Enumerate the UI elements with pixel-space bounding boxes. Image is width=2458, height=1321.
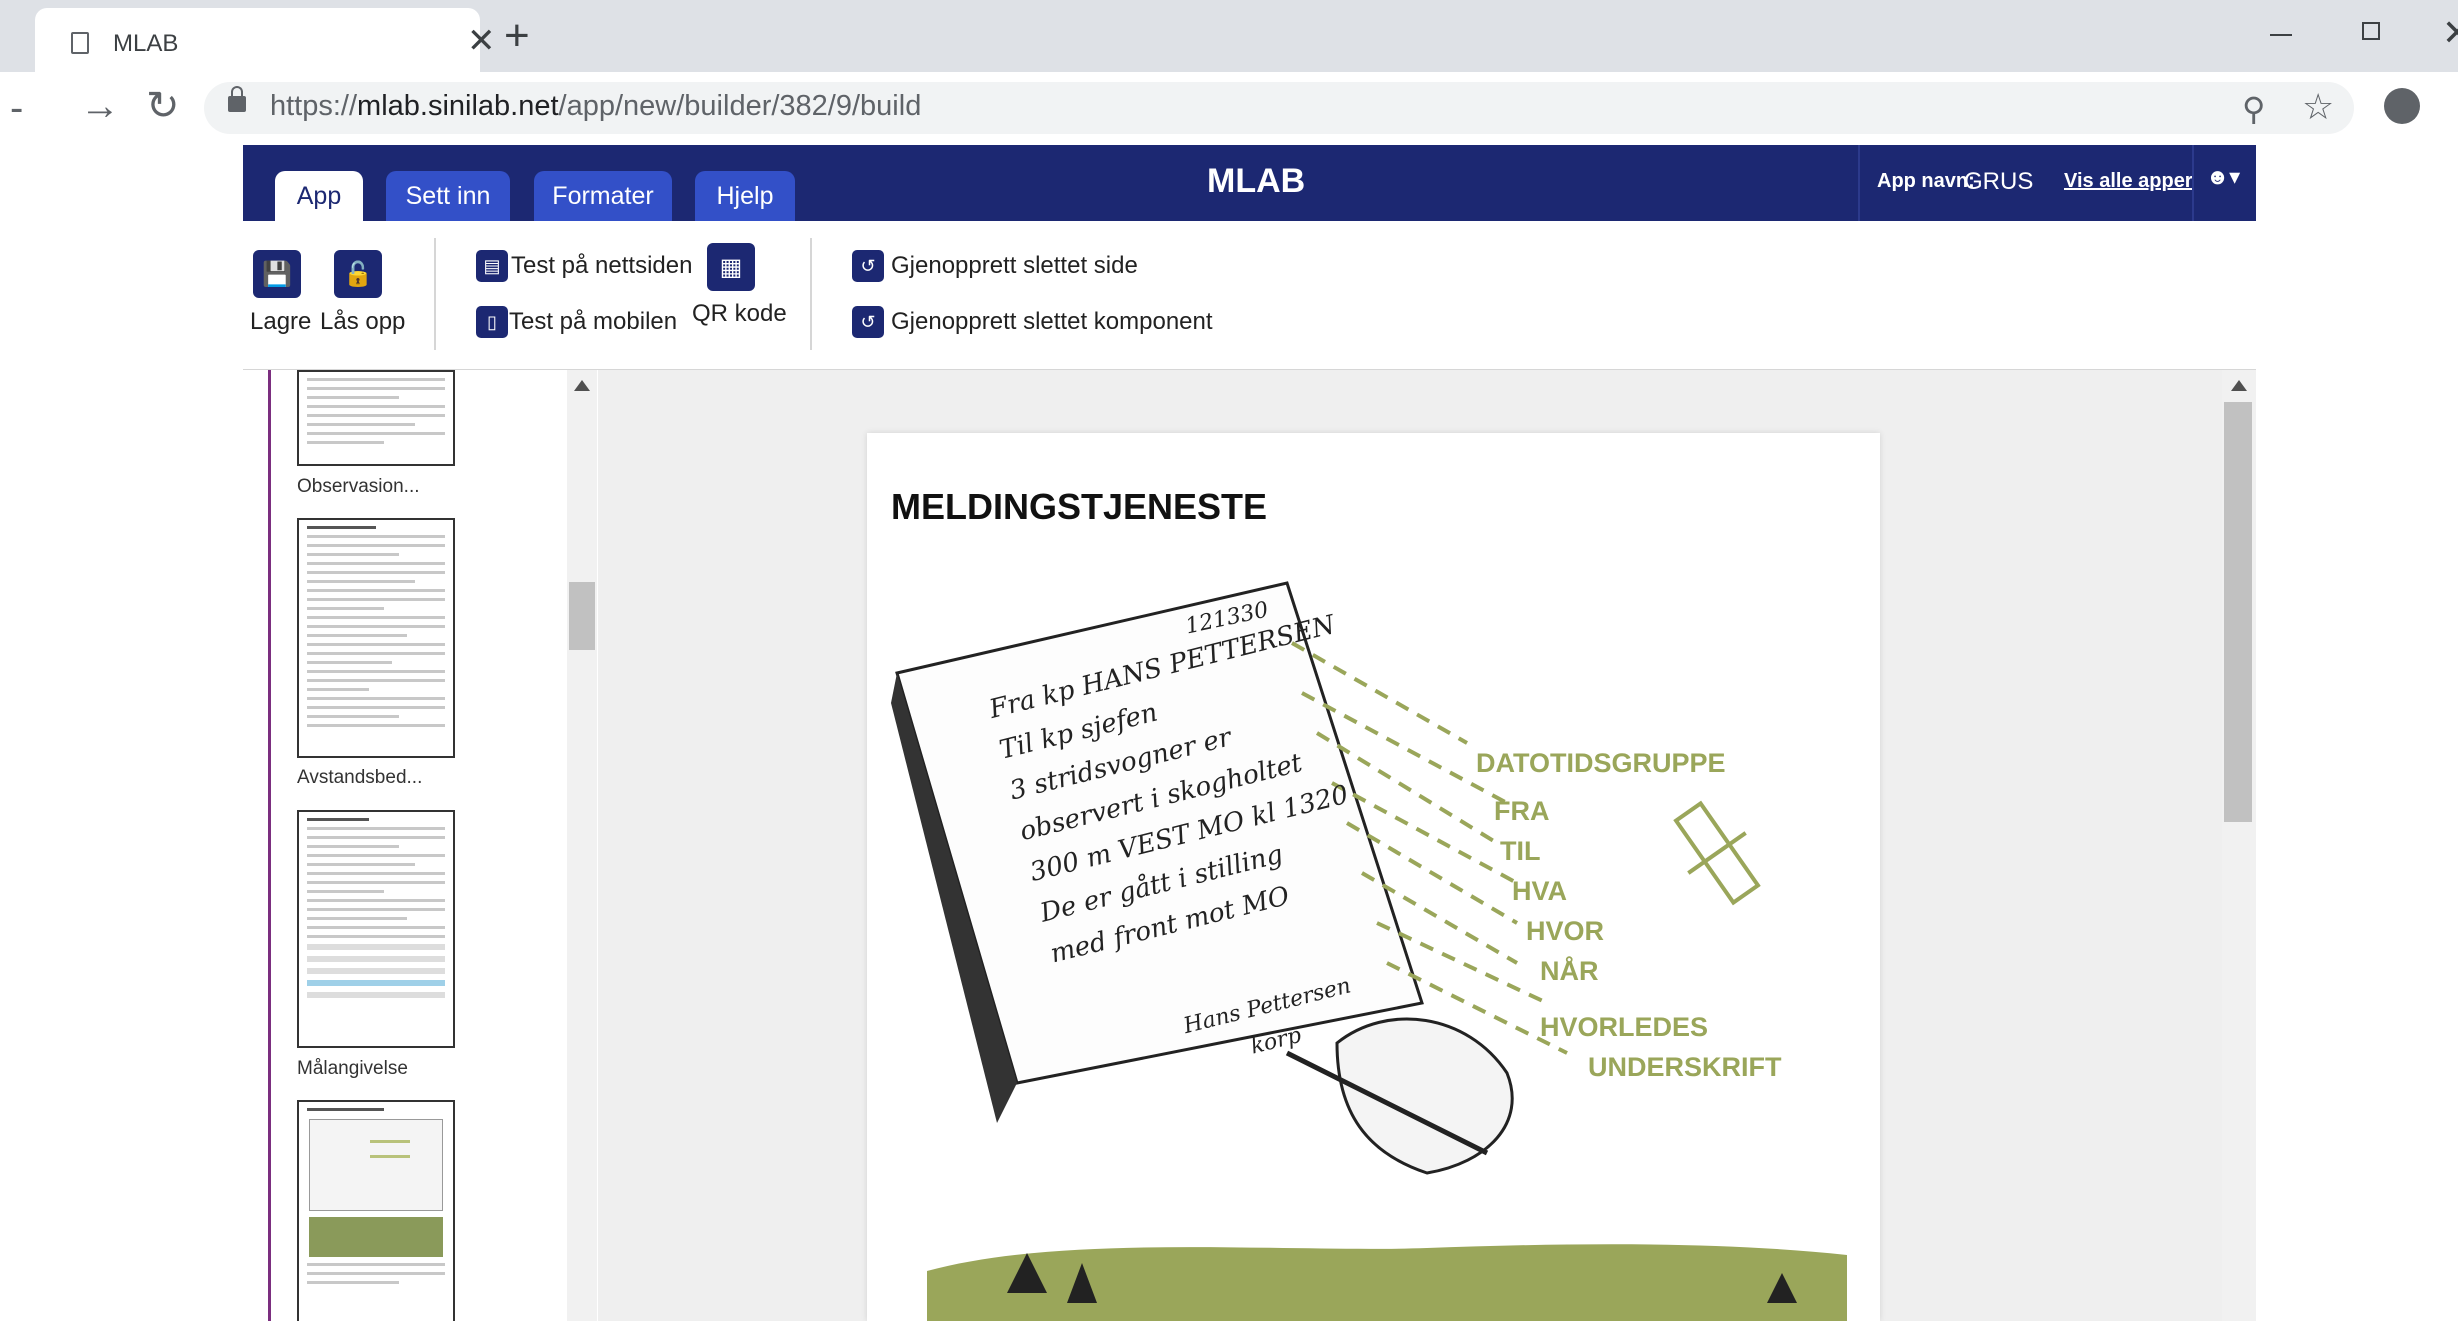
save-icon[interactable]: 💾 [253,250,301,298]
profile-avatar-icon[interactable] [2384,88,2420,124]
qr-code-icon[interactable]: ▦ [707,243,755,291]
header-divider [1858,145,1860,221]
reload-icon[interactable]: ↻ [146,86,180,126]
show-all-apps-link[interactable]: Vis alle apper [2064,170,2193,193]
ribbon-toolbar [243,221,2256,371]
qr-code-button[interactable]: QR kode [692,300,787,328]
pages-scrollbar[interactable] [567,370,597,1321]
bookmark-star-icon[interactable]: ☆ [2302,86,2334,128]
scroll-up-arrow-icon[interactable] [2231,380,2247,391]
message-label: FRA [1494,796,1550,826]
mobile-icon[interactable]: ▯ [476,306,508,338]
scroll-up-arrow-icon[interactable] [574,380,590,391]
url-text[interactable]: https://mlab.sinilab.net/app/new/builder… [270,90,921,123]
web-test-icon[interactable]: ▤ [476,250,508,282]
page-thumbnail[interactable] [297,810,455,1048]
header-divider [2192,145,2194,221]
test-web-button[interactable]: Test på nettsiden [511,252,692,280]
page-thumbnail-caption[interactable]: Målangivelse [297,1058,408,1080]
page-thumbnail[interactable] [297,370,455,466]
tab-sett-inn[interactable]: Sett inn [386,171,510,221]
test-mobile-button[interactable]: Test på mobilen [509,308,677,336]
ribbon-divider [434,238,436,350]
forward-arrow-icon[interactable]: → [80,86,120,126]
message-label: NÅR [1540,956,1599,986]
page-thumbnail-caption[interactable]: Avstandsbed... [297,767,422,789]
close-tab-icon[interactable]: ✕ [467,24,496,58]
page-thumbnail[interactable] [297,518,455,758]
unlock-label[interactable]: Lås opp [320,308,405,336]
message-label: HVOR [1526,916,1605,946]
app-title: MLAB [1207,162,1306,200]
page-heading: MELDINGSTJENESTE [891,486,1268,527]
save-label[interactable]: Lagre [250,308,311,336]
restore-page-button[interactable]: Gjenopprett slettet side [891,252,1138,280]
user-menu-icon[interactable]: ☻▾ [2206,164,2240,190]
message-label: UNDERSKRIFT [1588,1052,1782,1082]
document-icon [71,32,89,54]
browser-tab-title: MLAB [113,30,179,57]
undo-icon[interactable]: ↺ [852,250,884,282]
tab-hjelp[interactable]: Hjelp [695,171,795,221]
back-arrow-icon[interactable]: ‐ [10,88,23,128]
message-label: HVA [1512,876,1568,906]
ribbon-divider [810,238,812,350]
app-name-label: App navn: [1877,170,1975,192]
message-label: DATOTIDSGRUPPE [1476,748,1726,778]
minimize-icon[interactable] [2270,34,2292,36]
restore-component-button[interactable]: Gjenopprett slettet komponent [891,308,1213,336]
message-label: TIL [1500,836,1541,866]
app-name-value: GRUS [1964,168,2034,195]
restore-window-icon[interactable] [2362,22,2380,40]
canvas-scrollbar-thumb[interactable] [2224,402,2252,822]
browser-tab[interactable]: MLAB ✕ [35,8,496,72]
zoom-icon[interactable]: ⚲ [2242,90,2265,128]
page-thumbnail-caption[interactable]: Observasion... [297,476,420,498]
undo-icon[interactable]: ↺ [852,306,884,338]
pages-scrollbar-thumb[interactable] [569,582,595,650]
tab-app[interactable]: App [275,171,363,221]
page-thumbnail[interactable] [297,1100,455,1321]
lock-icon[interactable] [228,86,246,112]
message-label: HVORLEDES [1540,1012,1709,1042]
pages-panel-accent-line [268,370,271,1321]
window-left-edge [0,144,35,1321]
new-tab-button[interactable]: + [504,14,530,58]
unlock-icon[interactable]: 🔓 [334,250,382,298]
tab-formater[interactable]: Formater [534,171,672,221]
close-window-icon[interactable]: ✕ [2442,12,2458,54]
